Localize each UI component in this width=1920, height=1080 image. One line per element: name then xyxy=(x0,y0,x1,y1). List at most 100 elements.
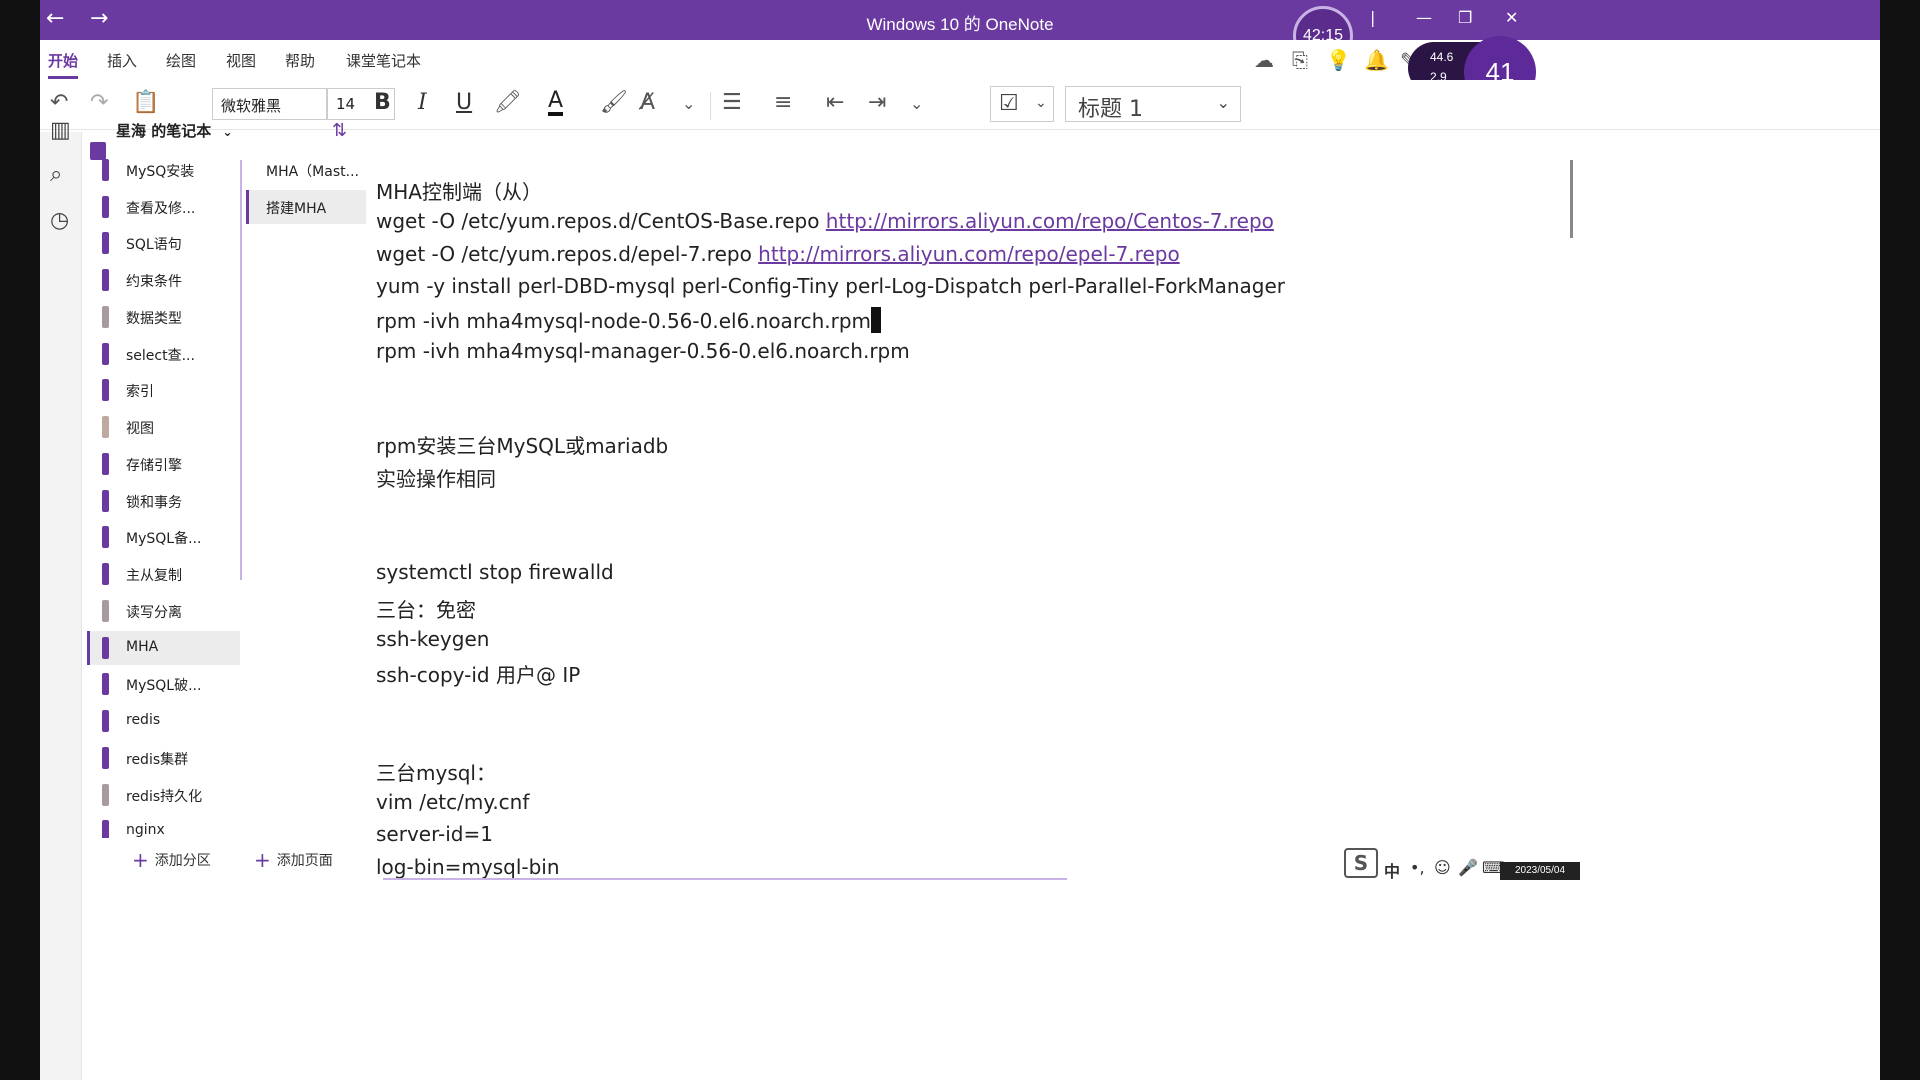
microphone-icon[interactable]: 🎤 xyxy=(1458,858,1478,877)
minimize-icon[interactable]: — xyxy=(1416,8,1432,27)
bold-button[interactable]: B xyxy=(374,90,391,115)
section-item-mha[interactable]: MHA xyxy=(87,631,240,665)
underline-button[interactable]: U xyxy=(456,90,472,115)
chevron-down-icon[interactable]: ⌄ xyxy=(910,94,923,113)
numbered-list-icon[interactable]: ≡ xyxy=(774,90,792,115)
tab-view[interactable]: 视图 xyxy=(226,50,256,71)
search-icon[interactable]: ⌕ xyxy=(50,162,62,187)
bullet-list-icon[interactable]: ☰ xyxy=(722,90,742,115)
notebook-switcher[interactable]: 星海 的笔记本 ⌄ xyxy=(116,120,233,141)
restore-icon[interactable]: ❐ xyxy=(1458,8,1472,27)
font-color-button[interactable]: A xyxy=(548,90,564,116)
sort-icon[interactable]: ⇅ xyxy=(332,120,347,141)
highlighter-icon[interactable]: 🖍 xyxy=(494,90,522,115)
lightbulb-icon[interactable]: 💡 xyxy=(1326,48,1351,72)
left-black-border xyxy=(0,0,40,1080)
chevron-down-icon: ⌄ xyxy=(1216,93,1230,112)
undo-icon[interactable]: ↶ xyxy=(50,90,68,115)
download-speed: 44.6 xyxy=(1430,50,1454,64)
section-item[interactable]: 索引 xyxy=(90,373,240,407)
section-color-tab xyxy=(102,526,109,548)
tab-class-notebook[interactable]: 课堂笔记本 xyxy=(346,50,421,71)
section-color-tab xyxy=(102,673,109,695)
section-color-tab xyxy=(102,306,109,328)
content-line: server-id=1 xyxy=(376,822,493,846)
sogou-ime-icon[interactable]: S xyxy=(1344,848,1378,878)
content-line: wget -O /etc/yum.repos.d/CentOS-Base.rep… xyxy=(376,209,1274,233)
section-item[interactable]: 视图 xyxy=(90,410,240,444)
title-bar: ← → Windows 10 的 OneNote | — ❐ ✕ xyxy=(40,0,1880,40)
section-item[interactable]: 数据类型 xyxy=(90,300,240,334)
decrease-indent-icon[interactable]: ⇤ xyxy=(826,90,844,115)
section-item[interactable]: 主从复制 xyxy=(90,557,240,591)
format-painter-icon[interactable]: 🖌 xyxy=(600,90,628,115)
clipboard-icon[interactable]: 📋 xyxy=(132,90,159,115)
ime-mode-indicator[interactable]: 中 xyxy=(1384,858,1400,882)
section-color-tab xyxy=(102,637,109,659)
recent-icon[interactable]: ◷ xyxy=(50,208,69,233)
add-section-button[interactable]: + 添加分区 xyxy=(132,848,211,872)
content-line: yum -y install perl-DBD-mysql perl-Confi… xyxy=(376,274,1286,298)
tab-help[interactable]: 帮助 xyxy=(285,50,315,71)
section-color-tab xyxy=(102,747,109,769)
section-item[interactable]: 查看及修... xyxy=(90,190,240,224)
tab-insert[interactable]: 插入 xyxy=(107,50,137,71)
section-color-tab xyxy=(102,343,109,365)
increase-indent-icon[interactable]: ⇥ xyxy=(868,90,886,115)
page-item[interactable]: MHA（Mast... xyxy=(246,153,366,187)
repo-link[interactable]: http://mirrors.aliyun.com/repo/epel-7.re… xyxy=(758,242,1180,266)
section-item[interactable]: redis xyxy=(90,704,240,738)
section-color-tab xyxy=(102,232,109,254)
font-name-field[interactable]: 微软雅黑 xyxy=(212,88,327,120)
page-vertical-scrollbar[interactable] xyxy=(1570,160,1573,238)
tab-home[interactable]: 开始 xyxy=(48,50,79,79)
style-dropdown[interactable]: 标题 1 ⌄ xyxy=(1065,86,1241,122)
section-item[interactable]: nginx xyxy=(90,814,240,838)
ribbon-tabs: 开始 插入 绘图 视图 帮助 课堂笔记本 xyxy=(40,40,1880,79)
section-item[interactable]: 约束条件 xyxy=(90,263,240,297)
text-cursor xyxy=(871,307,882,333)
section-color-tab xyxy=(102,710,109,732)
section-item[interactable]: MySQL破... xyxy=(90,667,240,701)
content-line: 三台mysql： xyxy=(376,761,496,785)
bell-icon[interactable]: 🔔 xyxy=(1364,48,1389,72)
content-line: 三台：免密 xyxy=(376,598,476,622)
section-item[interactable]: redis持久化 xyxy=(90,778,240,812)
section-color-tab xyxy=(102,563,109,585)
section-item[interactable]: select查... xyxy=(90,337,240,371)
content-line: 实验操作相同 xyxy=(376,467,496,491)
share-icon[interactable]: ⎘ xyxy=(1292,48,1308,72)
section-item[interactable]: 读写分离 xyxy=(90,594,240,628)
content-line: ssh-copy-id 用户@ IP xyxy=(376,663,581,687)
punctuation-icon[interactable]: •, xyxy=(1410,858,1425,877)
tab-draw[interactable]: 绘图 xyxy=(166,50,196,71)
section-item[interactable]: 存储引擎 xyxy=(90,447,240,481)
page-item-active[interactable]: 搭建MHA xyxy=(246,190,366,224)
emoji-icon[interactable]: ☺ xyxy=(1434,858,1451,877)
content-line: log-bin=mysql-bin xyxy=(376,855,560,879)
style-label: 标题 1 xyxy=(1078,97,1143,122)
add-page-button[interactable]: + 添加页面 xyxy=(254,848,333,872)
redo-icon[interactable]: ↷ xyxy=(90,90,108,115)
section-item[interactable]: MySQL备... xyxy=(90,520,240,554)
repo-link[interactable]: http://mirrors.aliyun.com/repo/Centos-7.… xyxy=(826,209,1274,233)
toolbar-divider xyxy=(710,92,711,120)
section-color-tab xyxy=(102,490,109,512)
section-item[interactable]: 锁和事务 xyxy=(90,484,240,518)
todo-tag-button[interactable]: ☑ ⌄ xyxy=(990,86,1054,122)
right-black-border xyxy=(1880,0,1920,1080)
sync-icon[interactable]: ☁ xyxy=(1254,48,1274,72)
notebooks-icon[interactable]: ▥ xyxy=(50,118,71,143)
section-item[interactable]: MySQ安装 xyxy=(90,153,240,187)
section-item[interactable]: redis集群 xyxy=(90,741,240,775)
content-line: vim /etc/my.cnf xyxy=(376,790,530,814)
close-icon[interactable]: ✕ xyxy=(1505,8,1518,27)
content-horizontal-scrollbar[interactable] xyxy=(383,878,1067,880)
chevron-down-icon[interactable]: ⌄ xyxy=(682,94,695,113)
italic-button[interactable]: I xyxy=(418,90,427,115)
section-item[interactable]: SQL语句 xyxy=(90,226,240,260)
sections-scrollbar[interactable] xyxy=(240,160,242,580)
notebook-name: 星海 的笔记本 xyxy=(116,122,212,140)
text-style-icon[interactable]: A̸ xyxy=(640,90,655,115)
plus-icon: + xyxy=(132,848,149,872)
